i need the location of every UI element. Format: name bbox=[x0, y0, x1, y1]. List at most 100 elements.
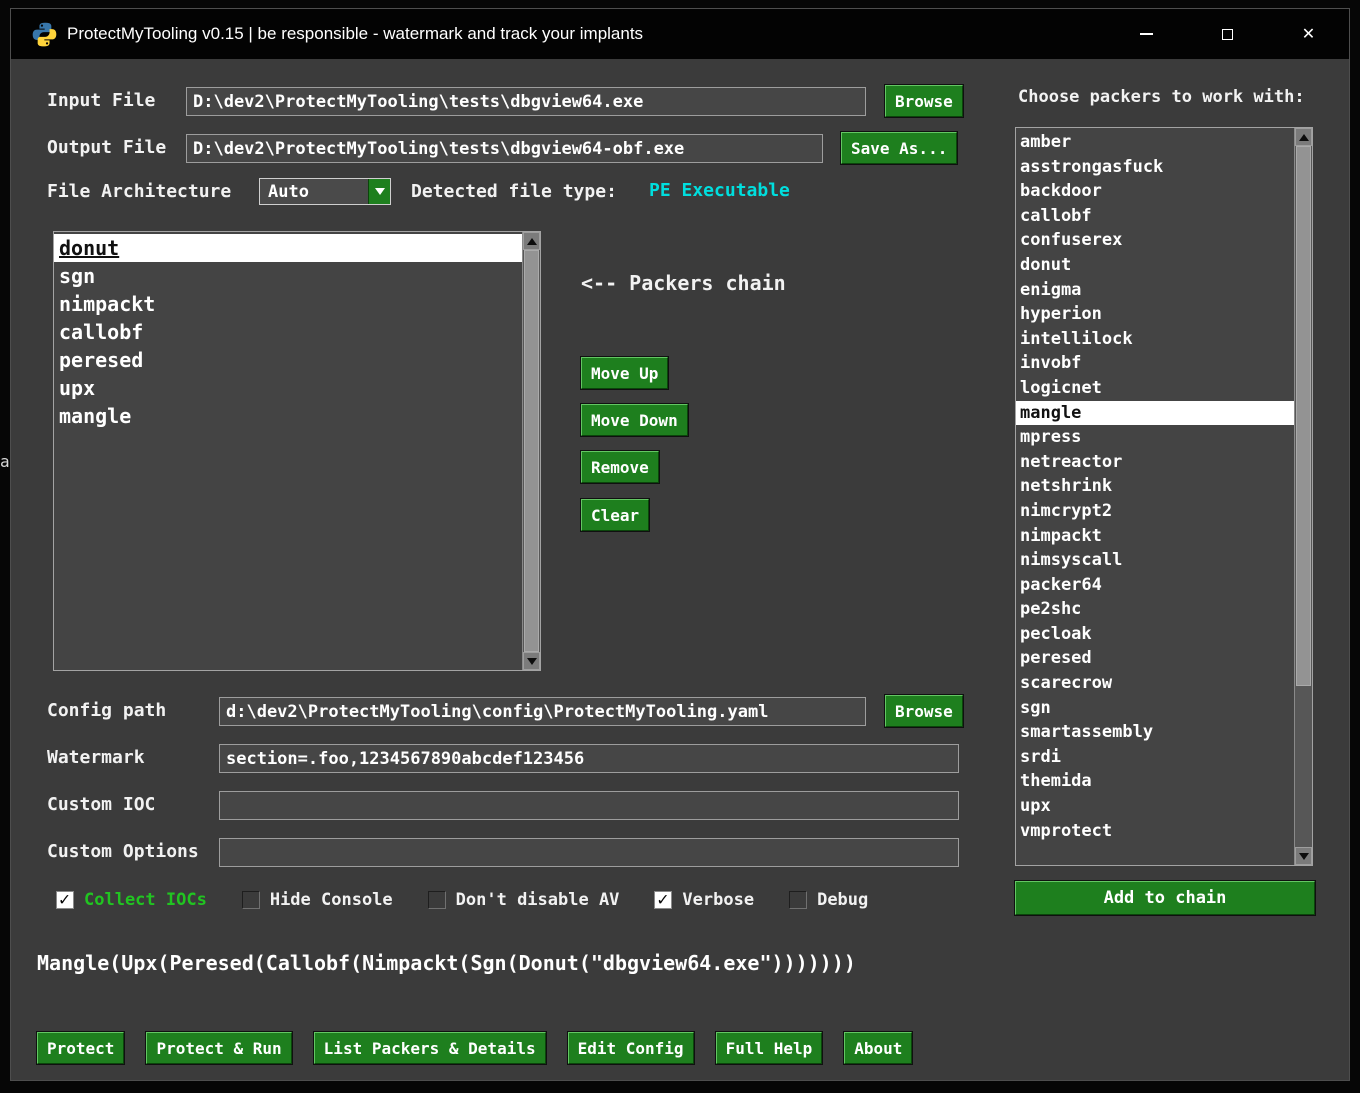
available-packers-listbox: amber asstrongasfuck backdoor callobf confus… bbox=[1015, 127, 1313, 866]
watermark-field[interactable] bbox=[219, 744, 959, 773]
edit-config-button[interactable]: Edit Config bbox=[567, 1032, 694, 1064]
about-button[interactable]: About bbox=[844, 1032, 913, 1064]
chain-item[interactable]: callobf bbox=[54, 318, 522, 346]
packer-item[interactable]: nimcrypt2 bbox=[1016, 499, 1294, 524]
command-preview: Mangle(Upx(Peresed(Callobf(Nimpackt(Sgn(… bbox=[37, 951, 856, 975]
chain-item[interactable]: upx bbox=[54, 374, 522, 402]
checkbox-label: Collect IOCs bbox=[84, 890, 207, 910]
minimize-icon bbox=[1140, 33, 1153, 35]
packer-item[interactable]: vmprotect bbox=[1016, 819, 1294, 844]
checkbox-box[interactable] bbox=[654, 889, 673, 910]
output-file-field[interactable] bbox=[186, 134, 823, 163]
full-help-button[interactable]: Full Help bbox=[715, 1032, 823, 1064]
packer-item[interactable]: upx bbox=[1016, 794, 1294, 819]
packer-item[interactable]: mpress bbox=[1016, 425, 1294, 450]
packer-item[interactable]: pecloak bbox=[1016, 622, 1294, 647]
scroll-down-button[interactable] bbox=[1295, 847, 1312, 865]
config-browse-button[interactable]: Browse bbox=[885, 695, 963, 727]
option-checkbox[interactable]: Verbose bbox=[654, 889, 754, 910]
config-path-field[interactable] bbox=[219, 697, 866, 726]
close-button[interactable]: ✕ bbox=[1268, 9, 1349, 59]
packer-item[interactable]: amber bbox=[1016, 130, 1294, 155]
packer-item[interactable]: invobf bbox=[1016, 351, 1294, 376]
checkbox-box[interactable] bbox=[241, 891, 260, 909]
clear-button[interactable]: Clear bbox=[581, 499, 650, 531]
custom-options-field[interactable] bbox=[219, 838, 959, 867]
move-up-button[interactable]: Move Up bbox=[581, 357, 669, 389]
packers-chain-hint: <-- Packers chain bbox=[581, 271, 786, 295]
packers-heading: Choose packers to work with: bbox=[1018, 87, 1305, 107]
maximize-button[interactable] bbox=[1187, 9, 1268, 59]
packer-item[interactable]: netshrink bbox=[1016, 474, 1294, 499]
packer-item[interactable]: peresed bbox=[1016, 646, 1294, 671]
python-logo-icon bbox=[31, 21, 58, 48]
background-artifact: a bbox=[0, 452, 10, 471]
packer-item[interactable]: intellilock bbox=[1016, 327, 1294, 352]
arrow-up-icon bbox=[1298, 133, 1309, 141]
checkbox-box[interactable] bbox=[56, 889, 74, 910]
packer-item[interactable]: hyperion bbox=[1016, 302, 1294, 327]
option-checkbox[interactable]: Collect IOCs bbox=[56, 889, 207, 910]
custom-options-label: Custom Options bbox=[47, 841, 199, 862]
packer-item[interactable]: confuserex bbox=[1016, 228, 1294, 253]
scroll-up-button[interactable] bbox=[523, 232, 540, 250]
input-file-field[interactable] bbox=[186, 87, 866, 116]
arrow-down-icon bbox=[526, 657, 537, 665]
scroll-down-button[interactable] bbox=[523, 652, 540, 670]
checkbox-box[interactable] bbox=[427, 891, 446, 909]
option-checkbox[interactable]: Debug bbox=[789, 890, 868, 910]
chain-scrollbar[interactable] bbox=[522, 232, 540, 670]
packer-item[interactable]: packer64 bbox=[1016, 573, 1294, 598]
packer-item[interactable]: donut bbox=[1016, 253, 1294, 278]
chain-item[interactable]: nimpackt bbox=[54, 290, 522, 318]
packer-item[interactable]: themida bbox=[1016, 769, 1294, 794]
chevron-down-icon[interactable] bbox=[368, 179, 390, 204]
packer-item[interactable]: asstrongasfuck bbox=[1016, 155, 1294, 180]
input-browse-button[interactable]: Browse bbox=[885, 85, 963, 117]
packer-item[interactable]: sgn bbox=[1016, 696, 1294, 721]
option-checkbox[interactable]: Hide Console bbox=[241, 890, 393, 910]
checkbox-box[interactable] bbox=[789, 891, 808, 909]
chain-item[interactable]: peresed bbox=[54, 346, 522, 374]
packer-item[interactable]: nimsyscall bbox=[1016, 548, 1294, 573]
chain-item[interactable]: donut bbox=[54, 234, 522, 262]
packer-item[interactable]: smartassembly bbox=[1016, 720, 1294, 745]
packer-item[interactable]: logicnet bbox=[1016, 376, 1294, 401]
add-to-chain-button[interactable]: Add to chain bbox=[1015, 881, 1315, 915]
protect-button[interactable]: Protect bbox=[37, 1032, 125, 1064]
scrollbar-track[interactable] bbox=[523, 250, 540, 652]
input-file-label: Input File bbox=[47, 90, 156, 111]
option-checkbox[interactable]: Don't disable AV bbox=[427, 890, 619, 910]
detected-file-type-label: Detected file type: bbox=[411, 181, 617, 202]
file-architecture-select[interactable]: Auto bbox=[259, 178, 391, 205]
remove-button[interactable]: Remove bbox=[581, 451, 659, 483]
packer-item[interactable]: nimpackt bbox=[1016, 524, 1294, 549]
packer-item[interactable]: enigma bbox=[1016, 278, 1294, 303]
dropdown-arrow-icon bbox=[374, 188, 385, 195]
packer-item[interactable]: pe2shc bbox=[1016, 597, 1294, 622]
scrollbar-thumb[interactable] bbox=[1296, 146, 1311, 686]
packer-item[interactable]: scarecrow bbox=[1016, 671, 1294, 696]
titlebar[interactable]: ProtectMyTooling v0.15 | be responsible … bbox=[11, 9, 1349, 59]
packer-item[interactable]: mangle bbox=[1016, 400, 1294, 426]
packer-item[interactable]: backdoor bbox=[1016, 179, 1294, 204]
minimize-button[interactable] bbox=[1106, 9, 1187, 59]
options-row: Collect IOCs Hide Console Don't disable … bbox=[56, 889, 868, 910]
packers-scrollbar[interactable] bbox=[1294, 128, 1312, 865]
list-packers-details-button[interactable]: List Packers & Details bbox=[313, 1032, 546, 1064]
window-title: ProtectMyTooling v0.15 | be responsible … bbox=[67, 24, 644, 43]
chain-item[interactable]: mangle bbox=[54, 402, 522, 430]
custom-ioc-field[interactable] bbox=[219, 791, 959, 820]
packer-item[interactable]: callobf bbox=[1016, 204, 1294, 229]
file-architecture-label: File Architecture bbox=[47, 181, 232, 202]
packer-item[interactable]: srdi bbox=[1016, 745, 1294, 770]
packer-item[interactable]: netreactor bbox=[1016, 450, 1294, 475]
scrollbar-thumb[interactable] bbox=[524, 250, 539, 652]
scrollbar-track[interactable] bbox=[1295, 146, 1312, 847]
scroll-up-button[interactable] bbox=[1295, 128, 1312, 146]
checkbox-label: Hide Console bbox=[269, 890, 393, 910]
protect-and-run-button[interactable]: Protect & Run bbox=[146, 1032, 292, 1064]
chain-item[interactable]: sgn bbox=[54, 262, 522, 290]
move-down-button[interactable]: Move Down bbox=[581, 404, 688, 436]
save-as-button[interactable]: Save As... bbox=[841, 132, 958, 164]
